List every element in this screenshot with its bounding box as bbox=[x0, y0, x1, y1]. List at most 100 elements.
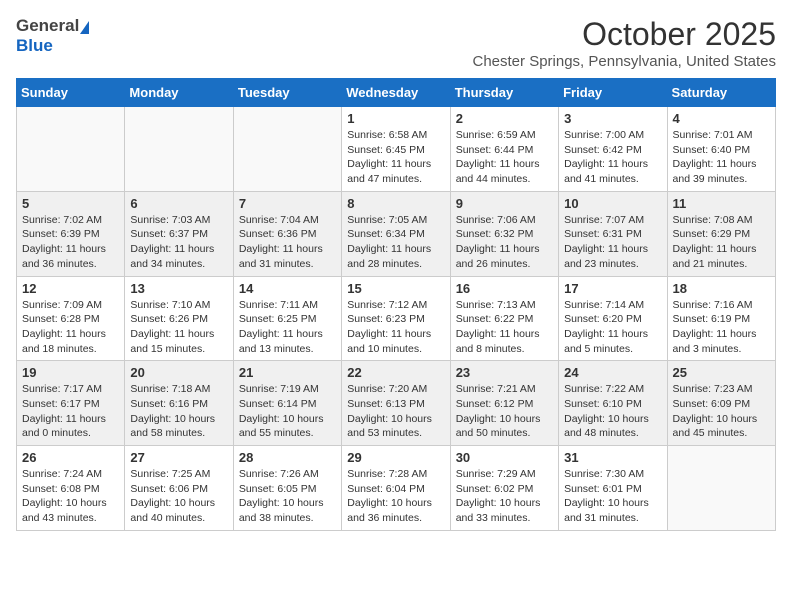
calendar-cell: 29 Sunrise: 7:28 AM Sunset: 6:04 PM Dayli… bbox=[342, 446, 450, 531]
day-number: 17 bbox=[564, 281, 661, 296]
day-number: 10 bbox=[564, 196, 661, 211]
day-info: Sunrise: 7:01 AM Sunset: 6:40 PM Dayligh… bbox=[673, 128, 770, 187]
calendar-header-monday: Monday bbox=[125, 79, 233, 107]
day-number: 15 bbox=[347, 281, 444, 296]
calendar-week-row: 12 Sunrise: 7:09 AM Sunset: 6:28 PM Dayli… bbox=[17, 276, 776, 361]
calendar-header-sunday: Sunday bbox=[17, 79, 125, 107]
logo: General Blue bbox=[16, 16, 89, 56]
day-number: 25 bbox=[673, 365, 770, 380]
calendar-cell: 20Sunrise: 7:18 AM Sunset: 6:16 PM Dayli… bbox=[125, 361, 233, 446]
calendar-cell: 12 Sunrise: 7:09 AM Sunset: 6:28 PM Dayli… bbox=[17, 276, 125, 361]
month-title: October 2025 bbox=[473, 16, 777, 53]
day-info: Sunrise: 7:13 AM Sunset: 6:22 PM Dayligh… bbox=[456, 298, 553, 357]
calendar-cell: 26Sunrise: 7:24 AM Sunset: 6:08 PM Dayli… bbox=[17, 446, 125, 531]
day-number: 11 bbox=[673, 196, 770, 211]
day-info: Sunrise: 7:26 AM Sunset: 6:05 PM Dayligh… bbox=[239, 467, 336, 526]
day-info: Sunrise: 7:02 AM Sunset: 6:39 PM Dayligh… bbox=[22, 213, 119, 272]
calendar-cell: 22 Sunrise: 7:20 AM Sunset: 6:13 PM Dayli… bbox=[342, 361, 450, 446]
day-info: Sunrise: 7:05 AM Sunset: 6:34 PM Dayligh… bbox=[347, 213, 444, 272]
day-info: Sunrise: 7:22 AM Sunset: 6:10 PM Dayligh… bbox=[564, 382, 661, 441]
logo-triangle-icon bbox=[80, 21, 89, 34]
day-number: 18 bbox=[673, 281, 770, 296]
day-info: Sunrise: 7:19 AM Sunset: 6:14 PM Dayligh… bbox=[239, 382, 336, 441]
calendar-cell bbox=[125, 107, 233, 192]
logo-blue: Blue bbox=[16, 36, 53, 56]
calendar-cell: 1Sunrise: 6:58 AM Sunset: 6:45 PM Daylig… bbox=[342, 107, 450, 192]
calendar-cell: 31 Sunrise: 7:30 AM Sunset: 6:01 PM Dayli… bbox=[559, 446, 667, 531]
calendar-cell: 13 Sunrise: 7:10 AM Sunset: 6:26 PM Dayli… bbox=[125, 276, 233, 361]
day-number: 23 bbox=[456, 365, 553, 380]
calendar-cell: 7 Sunrise: 7:04 AM Sunset: 6:36 PM Daylig… bbox=[233, 191, 341, 276]
calendar-cell: 19 Sunrise: 7:17 AM Sunset: 6:17 PM Dayli… bbox=[17, 361, 125, 446]
day-info: Sunrise: 7:21 AM Sunset: 6:12 PM Dayligh… bbox=[456, 382, 553, 441]
calendar-cell: 10Sunrise: 7:07 AM Sunset: 6:31 PM Dayli… bbox=[559, 191, 667, 276]
day-number: 3 bbox=[564, 111, 661, 126]
calendar-cell: 27 Sunrise: 7:25 AM Sunset: 6:06 PM Dayli… bbox=[125, 446, 233, 531]
day-info: Sunrise: 7:25 AM Sunset: 6:06 PM Dayligh… bbox=[130, 467, 227, 526]
calendar-header-tuesday: Tuesday bbox=[233, 79, 341, 107]
day-info: Sunrise: 7:30 AM Sunset: 6:01 PM Dayligh… bbox=[564, 467, 661, 526]
day-info: Sunrise: 7:06 AM Sunset: 6:32 PM Dayligh… bbox=[456, 213, 553, 272]
calendar-header-wednesday: Wednesday bbox=[342, 79, 450, 107]
day-number: 7 bbox=[239, 196, 336, 211]
day-number: 6 bbox=[130, 196, 227, 211]
calendar-header-row: SundayMondayTuesdayWednesdayThursdayFrid… bbox=[17, 79, 776, 107]
calendar-header-thursday: Thursday bbox=[450, 79, 558, 107]
page-header: General Blue October 2025 Chester Spring… bbox=[16, 16, 776, 70]
day-number: 4 bbox=[673, 111, 770, 126]
day-number: 22 bbox=[347, 365, 444, 380]
calendar-cell: 28 Sunrise: 7:26 AM Sunset: 6:05 PM Dayli… bbox=[233, 446, 341, 531]
calendar-cell: 15 Sunrise: 7:12 AM Sunset: 6:23 PM Dayli… bbox=[342, 276, 450, 361]
day-info: Sunrise: 7:28 AM Sunset: 6:04 PM Dayligh… bbox=[347, 467, 444, 526]
calendar-cell: 4 Sunrise: 7:01 AM Sunset: 6:40 PM Daylig… bbox=[667, 107, 775, 192]
day-number: 12 bbox=[22, 281, 119, 296]
day-number: 14 bbox=[239, 281, 336, 296]
day-info: Sunrise: 7:09 AM Sunset: 6:28 PM Dayligh… bbox=[22, 298, 119, 357]
logo-general: General bbox=[16, 16, 79, 36]
day-number: 31 bbox=[564, 450, 661, 465]
day-info: Sunrise: 7:00 AM Sunset: 6:42 PM Dayligh… bbox=[564, 128, 661, 187]
day-number: 29 bbox=[347, 450, 444, 465]
calendar-cell: 6Sunrise: 7:03 AM Sunset: 6:37 PM Daylig… bbox=[125, 191, 233, 276]
day-number: 21 bbox=[239, 365, 336, 380]
calendar-cell: 3 Sunrise: 7:00 AM Sunset: 6:42 PM Daylig… bbox=[559, 107, 667, 192]
day-info: Sunrise: 7:16 AM Sunset: 6:19 PM Dayligh… bbox=[673, 298, 770, 357]
calendar-week-row: 19 Sunrise: 7:17 AM Sunset: 6:17 PM Dayli… bbox=[17, 361, 776, 446]
day-number: 2 bbox=[456, 111, 553, 126]
day-number: 13 bbox=[130, 281, 227, 296]
calendar-week-row: 1Sunrise: 6:58 AM Sunset: 6:45 PM Daylig… bbox=[17, 107, 776, 192]
day-number: 19 bbox=[22, 365, 119, 380]
calendar-header-friday: Friday bbox=[559, 79, 667, 107]
day-info: Sunrise: 7:12 AM Sunset: 6:23 PM Dayligh… bbox=[347, 298, 444, 357]
day-number: 26 bbox=[22, 450, 119, 465]
day-number: 27 bbox=[130, 450, 227, 465]
day-info: Sunrise: 6:59 AM Sunset: 6:44 PM Dayligh… bbox=[456, 128, 553, 187]
calendar-cell: 23 Sunrise: 7:21 AM Sunset: 6:12 PM Dayli… bbox=[450, 361, 558, 446]
calendar-cell: 24 Sunrise: 7:22 AM Sunset: 6:10 PM Dayli… bbox=[559, 361, 667, 446]
calendar-header-saturday: Saturday bbox=[667, 79, 775, 107]
calendar-cell: 11Sunrise: 7:08 AM Sunset: 6:29 PM Dayli… bbox=[667, 191, 775, 276]
calendar-cell: 8 Sunrise: 7:05 AM Sunset: 6:34 PM Daylig… bbox=[342, 191, 450, 276]
day-info: Sunrise: 7:23 AM Sunset: 6:09 PM Dayligh… bbox=[673, 382, 770, 441]
calendar-cell: 18 Sunrise: 7:16 AM Sunset: 6:19 PM Dayli… bbox=[667, 276, 775, 361]
day-info: Sunrise: 7:10 AM Sunset: 6:26 PM Dayligh… bbox=[130, 298, 227, 357]
day-number: 30 bbox=[456, 450, 553, 465]
day-info: Sunrise: 7:29 AM Sunset: 6:02 PM Dayligh… bbox=[456, 467, 553, 526]
day-number: 28 bbox=[239, 450, 336, 465]
calendar-cell: 2 Sunrise: 6:59 AM Sunset: 6:44 PM Daylig… bbox=[450, 107, 558, 192]
calendar-cell: 5Sunrise: 7:02 AM Sunset: 6:39 PM Daylig… bbox=[17, 191, 125, 276]
day-info: Sunrise: 7:04 AM Sunset: 6:36 PM Dayligh… bbox=[239, 213, 336, 272]
day-number: 8 bbox=[347, 196, 444, 211]
day-number: 16 bbox=[456, 281, 553, 296]
day-info: Sunrise: 7:20 AM Sunset: 6:13 PM Dayligh… bbox=[347, 382, 444, 441]
day-number: 1 bbox=[347, 111, 444, 126]
day-number: 20 bbox=[130, 365, 227, 380]
day-info: Sunrise: 7:17 AM Sunset: 6:17 PM Dayligh… bbox=[22, 382, 119, 441]
day-info: Sunrise: 7:11 AM Sunset: 6:25 PM Dayligh… bbox=[239, 298, 336, 357]
calendar-table: SundayMondayTuesdayWednesdayThursdayFrid… bbox=[16, 78, 776, 531]
calendar-cell: 25 Sunrise: 7:23 AM Sunset: 6:09 PM Dayli… bbox=[667, 361, 775, 446]
calendar-week-row: 5Sunrise: 7:02 AM Sunset: 6:39 PM Daylig… bbox=[17, 191, 776, 276]
day-number: 24 bbox=[564, 365, 661, 380]
calendar-cell: 30 Sunrise: 7:29 AM Sunset: 6:02 PM Dayli… bbox=[450, 446, 558, 531]
calendar-cell: 16 Sunrise: 7:13 AM Sunset: 6:22 PM Dayli… bbox=[450, 276, 558, 361]
